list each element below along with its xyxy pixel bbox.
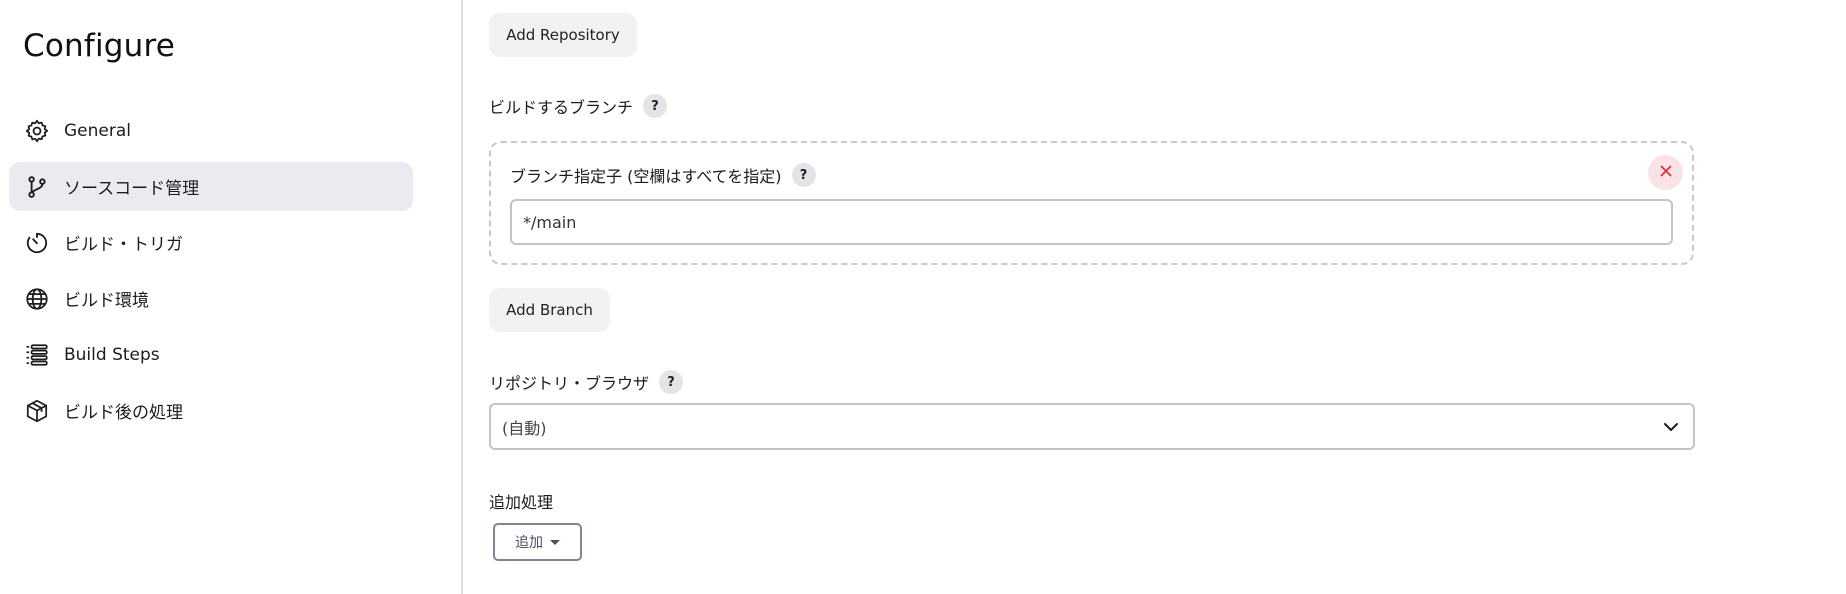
branch-specifier-input[interactable]	[510, 199, 1673, 245]
package-icon	[24, 398, 50, 424]
branches-to-build-label: ビルドするブランチ ?	[489, 94, 668, 118]
git-branch-icon	[24, 174, 50, 200]
additional-behaviours-label: 追加処理	[489, 489, 553, 513]
page-title: Configure	[23, 28, 176, 64]
additional-behaviours-text: 追加処理	[489, 493, 554, 512]
repository-browser-text: リポジトリ・ブラウザ	[489, 374, 650, 393]
caret-down-icon	[550, 539, 560, 545]
sidebar-item-post-build[interactable]: ビルド後の処理	[9, 386, 413, 435]
add-behaviour-dropdown[interactable]: 追加	[493, 523, 582, 561]
repository-browser-label: リポジトリ・ブラウザ ?	[489, 370, 684, 394]
sidebar-divider	[461, 0, 463, 594]
sidebar-item-label: Build Steps	[64, 344, 160, 365]
sidebar-item-label: ビルド・トリガ	[64, 235, 183, 255]
sidebar: Configure General ソースコード管理 ビルド・トリガ ビルド環境…	[0, 0, 462, 594]
repository-browser-select[interactable]: (自動)	[489, 403, 1695, 450]
branch-specifier-label: ブランチ指定子 (空欄はすべてを指定) ?	[510, 163, 816, 187]
help-icon[interactable]: ?	[791, 163, 816, 187]
close-icon	[1659, 163, 1673, 182]
add-repository-button[interactable]: Add Repository	[489, 13, 637, 57]
sidebar-item-label: ビルド環境	[64, 291, 149, 311]
sidebar-item-build-triggers[interactable]: ビルド・トリガ	[9, 218, 413, 267]
chevron-down-icon	[1661, 417, 1681, 441]
repository-browser-value: (自動)	[502, 418, 547, 438]
help-icon[interactable]: ?	[659, 370, 684, 394]
globe-icon	[24, 286, 50, 312]
sidebar-item-label: ソースコード管理	[64, 179, 200, 199]
branches-to-build-text: ビルドするブランチ	[489, 98, 634, 117]
sidebar-nav: General ソースコード管理 ビルド・トリガ ビルド環境 Build Ste…	[9, 106, 413, 442]
sidebar-item-label: General	[64, 120, 131, 141]
help-icon[interactable]: ?	[643, 94, 668, 118]
sidebar-item-build-env[interactable]: ビルド環境	[9, 274, 413, 323]
add-branch-button[interactable]: Add Branch	[489, 288, 610, 332]
sidebar-item-label: ビルド後の処理	[64, 403, 183, 423]
sidebar-item-source-code[interactable]: ソースコード管理	[9, 162, 413, 211]
add-behaviour-label: 追加	[515, 535, 543, 551]
list-icon	[24, 342, 50, 368]
sidebar-item-general[interactable]: General	[9, 106, 413, 155]
sidebar-item-build-steps[interactable]: Build Steps	[9, 330, 413, 379]
remove-branch-button[interactable]	[1648, 155, 1683, 190]
gear-icon	[24, 118, 50, 144]
timer-icon	[24, 230, 50, 256]
branch-specifier-text: ブランチ指定子 (空欄はすべてを指定)	[510, 167, 782, 186]
